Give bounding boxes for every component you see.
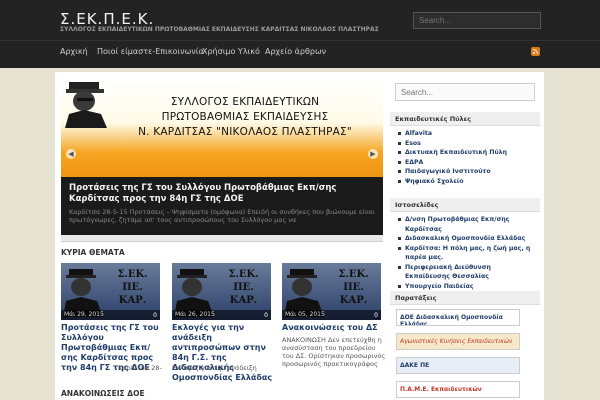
thumbnail-text: Σ.ΕΚ. bbox=[117, 269, 148, 280]
slider-caption[interactable]: Προτάσεις της ΓΣ του Συλλόγου Πρωτοβάθμι… bbox=[61, 177, 383, 235]
slider-title[interactable]: Προτάσεις της ΓΣ του Συλλόγου Πρωτοβάθμι… bbox=[69, 183, 375, 205]
post-title[interactable]: Ανακοινώσεις του ΔΣ bbox=[282, 323, 387, 333]
post-thumbnail[interactable]: Σ.ΕΚ. ΠΕ. ΚΑΡ. Μάι 29, 2015 0 bbox=[61, 263, 160, 320]
thumbnail-text: ΚΑΡ. bbox=[229, 295, 258, 306]
nav-item-archive[interactable]: Αρχείο άρθρων bbox=[265, 47, 326, 56]
website-link[interactable]: Δ/νση Πρωτοβάθμιας Εκπ/σης Καρδίτσας bbox=[398, 215, 538, 234]
widget-title-websites: Ιστοσελίδες bbox=[390, 198, 540, 212]
post-title[interactable]: Εκλογές για την ανάδειξη αντιπροσώπων στ… bbox=[172, 323, 277, 383]
thumbnail-text: ΚΑΡ. bbox=[339, 295, 368, 306]
portrait-image bbox=[65, 82, 107, 128]
rss-icon[interactable] bbox=[531, 47, 540, 56]
thumbnail-text: ΠΕ. bbox=[122, 282, 143, 293]
slider-next-arrow[interactable]: ▶ bbox=[368, 149, 378, 159]
post-excerpt: Εκλογές για την ανάδειξη bbox=[172, 364, 257, 372]
portal-link[interactable]: Παιδαγωγικό Ινστιτούτο bbox=[398, 167, 507, 177]
portal-link[interactable]: Δικτυακή Εκπαιδευτική Πύλη bbox=[398, 148, 507, 158]
post-date: Μάι 29, 2015 bbox=[61, 310, 160, 320]
thumbnail-text: Σ.ΕΚ. bbox=[338, 269, 369, 280]
website-link[interactable]: Διδασκαλική Ομοσπονδία Ελλάδας bbox=[398, 234, 538, 244]
slider-prev-arrow[interactable]: ◀ bbox=[66, 149, 76, 159]
slider-image-text: ΣΥΛΛΟΓΟΣ ΕΚΠΑΙΔΕΥΤΙΚΩΝ bbox=[170, 96, 320, 108]
sidebar-search-input[interactable] bbox=[395, 83, 535, 101]
thumbnail-text: Σ.ΕΚ. bbox=[228, 269, 259, 280]
portal-link[interactable]: Ψηφιακό Σχολείο bbox=[398, 177, 507, 187]
slider-image-text: ΠΡΩΤΟΒΑΘΜΙΑΣ ΕΚΠΑΙΔΕΥΣΗΣ bbox=[161, 111, 329, 123]
comment-count[interactable]: 0 bbox=[264, 312, 268, 319]
banner-pame[interactable]: Π.Α.Μ.Ε. Εκπαιδευτικών bbox=[396, 381, 520, 398]
thumbnail-text: ΠΕ. bbox=[233, 282, 254, 293]
portal-links-list: Alfavita Esos Δικτυακή Εκπαιδευτική Πύλη… bbox=[398, 129, 507, 186]
nav-item-materials[interactable]: Χρήσιμο Υλικό bbox=[202, 47, 260, 56]
widget-title-factions: Παρατάξεις bbox=[390, 291, 540, 305]
banner-doe[interactable]: ΔΟΕ Διδασκαλική Ομοσπονδία Ελλάδας bbox=[396, 309, 520, 326]
comment-count[interactable]: 0 bbox=[374, 312, 378, 319]
header-search-input[interactable] bbox=[413, 12, 541, 29]
post-excerpt: ΑΝΑΚΟΙΝΩΣΗ Δεν επετεύχθη η ανασύσταση το… bbox=[282, 336, 386, 368]
website-link[interactable]: Υπουργείο Παιδείας bbox=[398, 282, 538, 292]
slider-image-text: Ν. ΚΑΡΔΙΤΣΑΣ "ΝΙΚΟΛΑΟΣ ΠΛΑΣΤΗΡΑΣ" bbox=[138, 126, 352, 138]
portal-link[interactable]: Alfavita bbox=[398, 129, 507, 139]
nav-item-about[interactable]: Ποιοί είμαστε-Επικοινωνία bbox=[97, 47, 204, 56]
thumbnail-text: ΠΕ. bbox=[343, 282, 364, 293]
banner-agonistikes[interactable]: Αγωνιστικές Κινήσεις Εκπαιδευτικών bbox=[396, 333, 520, 350]
section-title-main-topics: ΚΥΡΙΑ ΘΕΜΑΤΑ bbox=[61, 248, 125, 257]
section-title-announcements: ΑΝΑΚΟΙΝΩΣΕΙΣ ΔΟΕ bbox=[61, 389, 145, 398]
website-links-list: Δ/νση Πρωτοβάθμιας Εκπ/σης Καρδίτσας Διδ… bbox=[398, 215, 538, 291]
banner-dake[interactable]: ΔΑΚΕ ΠΕ bbox=[396, 357, 520, 374]
portal-link[interactable]: ΕΔΡΑ bbox=[398, 158, 507, 168]
site-description: ΣΥΛΛΟΓΟΣ ΕΚΠΑΙΔΕΥΤΙΚΩΝ ΠΡΩΤΟΒΑΘΜΙΑΣ ΕΚΠΑ… bbox=[60, 26, 379, 33]
post-thumbnail[interactable]: Σ.ΕΚ. ΠΕ. ΚΑΡ. Μάι 05, 2015 0 bbox=[282, 263, 381, 320]
post-date: Μάι 05, 2015 bbox=[282, 310, 381, 320]
website-link[interactable]: Καρδίτσα: Η πόλη μας, η ζωή μας, η παρέα… bbox=[398, 244, 538, 263]
post-date: Μάι 26, 2015 bbox=[172, 310, 271, 320]
comment-count[interactable]: 0 bbox=[153, 312, 157, 319]
post-thumbnail[interactable]: Σ.ΕΚ. ΠΕ. ΚΑΡ. Μάι 26, 2015 0 bbox=[172, 263, 271, 320]
widget-title-portals: Εκπαιδευτικές Πύλες bbox=[390, 112, 540, 126]
slider-excerpt: Καρδίτσα 28-5-15 Προτάσεις – Ψηφίσματα (… bbox=[69, 208, 375, 224]
slider-strip bbox=[61, 235, 383, 242]
nav-item-home[interactable]: Αρχική bbox=[60, 47, 88, 56]
portal-link[interactable]: Esos bbox=[398, 139, 507, 149]
website-link[interactable]: Περιφερειακή Διεύθυνση Εκπαίδευσης Θεσσα… bbox=[398, 263, 538, 282]
thumbnail-text: ΚΑΡ. bbox=[118, 295, 147, 306]
